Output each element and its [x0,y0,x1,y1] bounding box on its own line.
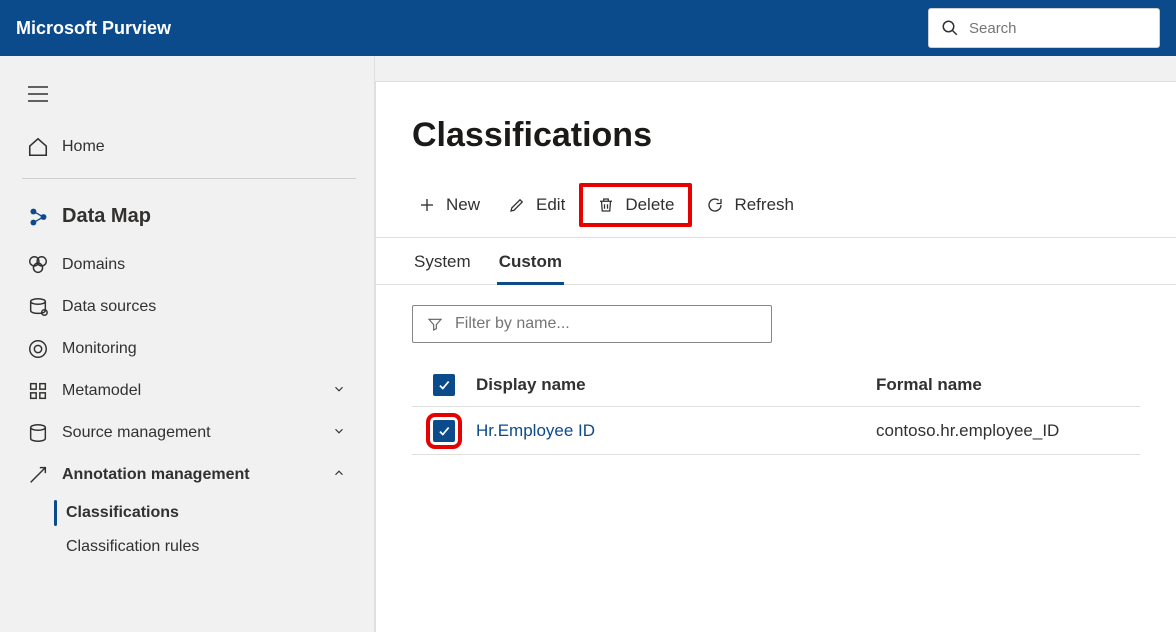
refresh-button[interactable]: Refresh [692,187,808,223]
table-header: Display name Formal name [412,363,1140,407]
sidebar-item-label: Source management [62,424,211,442]
col-display-name[interactable]: Display name [476,375,876,395]
select-all-checkbox[interactable] [433,374,455,396]
sidebar-item-annotation-management[interactable]: Annotation management [14,454,374,496]
row-display-name[interactable]: Hr.Employee ID [476,421,876,441]
sidebar-section-data-map[interactable]: Data Map [14,189,374,244]
sidebar-item-domains[interactable]: Domains [14,244,374,286]
data-sources-icon [24,296,52,318]
sidebar-item-label: Annotation management [62,466,250,484]
toolbar-label: Delete [625,195,674,215]
home-icon [24,136,52,158]
chevron-down-icon [332,382,346,401]
metamodel-icon [24,380,52,402]
table-row: Hr.Employee ID contoso.hr.employee_ID [412,407,1140,455]
sidebar-item-metamodel[interactable]: Metamodel [14,370,374,412]
edit-icon [508,196,526,214]
search-input[interactable] [969,20,1139,37]
page-title: Classifications [376,116,1176,183]
sidebar-item-home[interactable]: Home [14,126,374,168]
classification-table: Display name Formal name Hr.Employee ID … [376,363,1176,455]
edit-button[interactable]: Edit [494,187,579,223]
sidebar-item-source-management[interactable]: Source management [14,412,374,454]
filter-row [376,285,1176,363]
toolbar-label: Refresh [734,195,794,215]
new-button[interactable]: New [404,187,494,223]
row-formal-name: contoso.hr.employee_ID [876,421,1140,441]
subnav-classifications[interactable]: Classifications [14,496,374,530]
tab-bar: System Custom [376,238,1176,285]
toolbar-label: Edit [536,195,565,215]
search-icon [941,19,959,37]
row-checkbox[interactable] [433,420,455,442]
sidebar-item-monitoring[interactable]: Monitoring [14,328,374,370]
delete-icon [597,196,615,214]
subnav-classification-rules[interactable]: Classification rules [14,530,374,564]
sidebar-item-label: Domains [62,256,125,274]
main-content: Classifications New Edit Delete Refresh … [375,81,1176,632]
domains-icon [24,254,52,276]
source-management-icon [24,422,52,444]
tab-custom[interactable]: Custom [497,252,564,284]
tab-system[interactable]: System [412,252,473,284]
sidebar: Home Data Map Domains Data sources Monit… [0,56,375,632]
top-header: Microsoft Purview [0,0,1176,56]
filter-icon [427,316,443,332]
sidebar-item-label: Home [62,138,105,156]
chevron-up-icon [332,466,346,485]
section-label: Data Map [62,205,151,228]
toolbar-label: New [446,195,480,215]
toolbar: New Edit Delete Refresh [376,183,1176,238]
delete-button[interactable]: Delete [579,183,692,227]
col-formal-name[interactable]: Formal name [876,375,1140,395]
monitoring-icon [24,338,52,360]
sidebar-item-label: Metamodel [62,382,141,400]
brand-title: Microsoft Purview [16,18,171,39]
annotation-management-icon [24,464,52,486]
search-box[interactable] [928,8,1160,48]
refresh-icon [706,196,724,214]
sidebar-item-label: Data sources [62,298,156,316]
hamburger-button[interactable] [20,76,56,112]
plus-icon [418,196,436,214]
annotation-subnav: Classifications Classification rules [14,496,374,564]
filter-input[interactable] [455,315,755,333]
search-wrap [928,8,1160,48]
sidebar-item-label: Monitoring [62,340,137,358]
sidebar-item-data-sources[interactable]: Data sources [14,286,374,328]
data-map-icon [24,206,52,228]
divider [22,178,356,179]
chevron-down-icon [332,424,346,443]
filter-input-wrap[interactable] [412,305,772,343]
